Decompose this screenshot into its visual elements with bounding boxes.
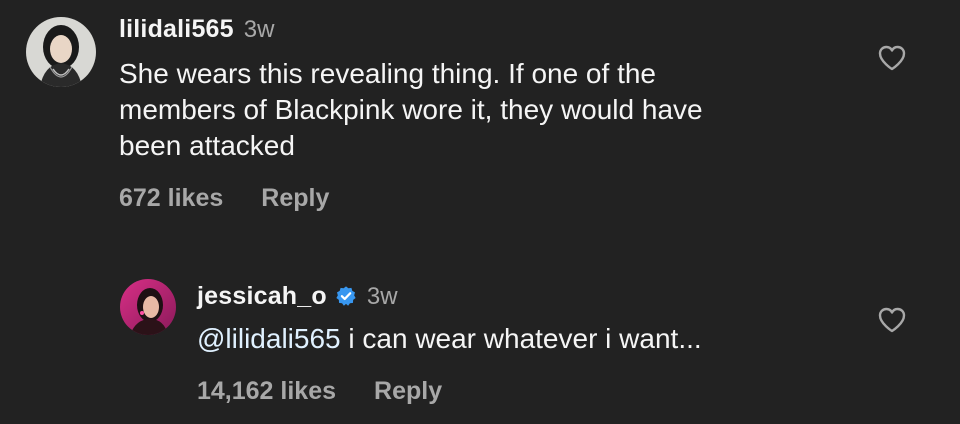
- comment-text: @lilidali565 i can wear whatever i want.…: [197, 321, 837, 357]
- comment-line: been attacked: [119, 130, 295, 161]
- mention-link[interactable]: @lilidali565: [197, 323, 341, 354]
- comment-line: She wears this revealing thing. If one o…: [119, 58, 656, 89]
- username[interactable]: jessicah_o: [197, 282, 327, 311]
- avatar[interactable]: [26, 17, 96, 87]
- comment-line: members of Blackpink wore it, they would…: [119, 94, 703, 125]
- likes-count[interactable]: 672 likes: [119, 184, 223, 213]
- timestamp: 3w: [243, 16, 275, 43]
- heart-outline-icon[interactable]: [877, 306, 907, 334]
- username[interactable]: lilidali565: [119, 15, 234, 44]
- heart-outline-icon[interactable]: [877, 44, 907, 72]
- reply-button[interactable]: Reply: [374, 377, 442, 406]
- timestamp: 3w: [366, 283, 398, 310]
- verified-badge-icon: [335, 285, 357, 307]
- reply-text: i can wear whatever i want...: [340, 323, 702, 354]
- comment-text: She wears this revealing thing. If one o…: [119, 56, 839, 164]
- avatar[interactable]: [120, 279, 176, 335]
- likes-count[interactable]: 14,162 likes: [197, 377, 336, 406]
- reply-button[interactable]: Reply: [261, 184, 329, 213]
